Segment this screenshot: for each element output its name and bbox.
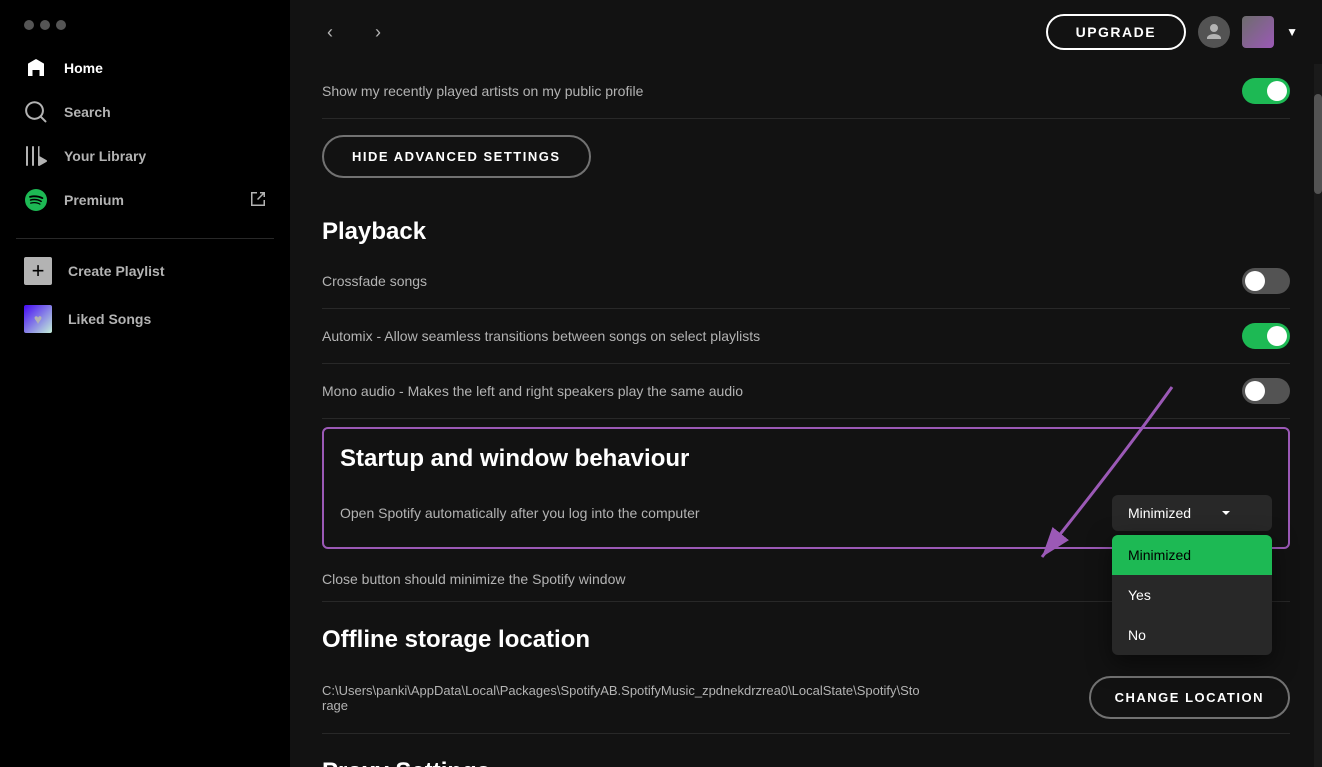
spotify-icon [24,188,48,212]
dropdown-chevron-icon [1220,507,1232,519]
change-location-button[interactable]: CHANGE LOCATION [1089,676,1290,719]
sidebar-item-create-playlist[interactable]: + Create Playlist [0,247,290,295]
recently-played-row: Show my recently played artists on my pu… [322,64,1290,119]
open-auto-row: Open Spotify automatically after you log… [340,481,1272,531]
dropdown-option-yes[interactable]: Yes [1112,575,1272,615]
crossfade-row: Crossfade songs [322,254,1290,309]
topbar: ‹ › UPGRADE ▼ [290,0,1322,64]
sidebar: Home Search Your Library [0,0,290,767]
create-playlist-label: Create Playlist [68,263,165,279]
upgrade-button[interactable]: UPGRADE [1046,14,1187,50]
dropdown-menu: Minimized Yes No [1112,535,1272,655]
external-link-icon [250,191,266,210]
automix-toggle[interactable] [1242,323,1290,349]
sidebar-item-home-label: Home [64,60,103,76]
liked-songs-label: Liked Songs [68,311,151,327]
mono-row: Mono audio - Makes the left and right sp… [322,364,1290,419]
topbar-right: UPGRADE ▼ [1046,14,1298,50]
open-auto-dropdown[interactable]: Minimized [1112,495,1272,531]
sidebar-divider [16,238,274,239]
home-icon [24,56,48,80]
open-auto-dropdown-container: Minimized Minimized Yes No [1112,495,1272,531]
startup-title: Startup and window behaviour [340,445,1272,473]
dropdown-option-no[interactable]: No [1112,615,1272,655]
sidebar-item-library[interactable]: Your Library [0,134,290,178]
automix-label: Automix - Allow seamless transitions bet… [322,328,760,344]
crossfade-toggle[interactable] [1242,268,1290,294]
sidebar-item-search-label: Search [64,104,111,120]
crossfade-label: Crossfade songs [322,273,427,289]
automix-knob [1267,326,1287,346]
dot-3 [56,20,66,30]
hide-advanced-button[interactable]: HIDE ADVANCED SETTINGS [322,135,591,178]
window-dots [0,8,290,38]
dropdown-current-value: Minimized [1128,505,1191,521]
scrollbar-track[interactable] [1314,64,1322,767]
main-content: ‹ › UPGRADE ▼ Show my recently played ar… [290,0,1322,767]
offline-storage-row: C:\Users\panki\AppData\Local\Packages\Sp… [322,662,1290,734]
mono-knob [1245,381,1265,401]
dropdown-option-minimized[interactable]: Minimized [1112,535,1272,575]
playback-title: Playback [322,218,1290,246]
storage-path: C:\Users\panki\AppData\Local\Packages\Sp… [322,683,922,713]
sidebar-item-search[interactable]: Search [0,90,290,134]
sidebar-item-library-label: Your Library [64,148,146,164]
sidebar-item-premium-label: Premium [64,192,124,208]
forward-button[interactable]: › [362,16,394,48]
sidebar-item-liked-songs[interactable]: ♥ Liked Songs [0,295,290,343]
mono-label: Mono audio - Makes the left and right sp… [322,383,743,399]
recently-played-label: Show my recently played artists on my pu… [322,83,643,99]
proxy-settings-title: Proxy Settings [322,758,1290,767]
topbar-left: ‹ › [314,16,394,48]
sidebar-item-premium[interactable]: Premium [0,178,290,222]
mono-toggle[interactable] [1242,378,1290,404]
sidebar-nav: Home Search Your Library [0,38,290,230]
dot-1 [24,20,34,30]
back-button[interactable]: ‹ [314,16,346,48]
sidebar-item-home[interactable]: Home [0,46,290,90]
settings-content: Show my recently played artists on my pu… [290,64,1322,767]
scrollbar-thumb[interactable] [1314,94,1322,194]
open-auto-label: Open Spotify automatically after you log… [340,505,700,521]
library-icon [24,144,48,168]
search-icon [24,100,48,124]
color-swatch [1242,16,1274,48]
avatar [1198,16,1230,48]
dot-2 [40,20,50,30]
crossfade-knob [1245,271,1265,291]
liked-songs-icon: ♥ [24,305,52,333]
profile-dropdown-arrow[interactable]: ▼ [1286,25,1298,39]
automix-row: Automix - Allow seamless transitions bet… [322,309,1290,364]
create-playlist-icon: + [24,257,52,285]
startup-section: Startup and window behaviour Open Spotif… [322,427,1290,549]
recently-played-toggle-knob [1267,81,1287,101]
close-button-label: Close button should minimize the Spotify… [322,571,626,587]
recently-played-toggle[interactable] [1242,78,1290,104]
